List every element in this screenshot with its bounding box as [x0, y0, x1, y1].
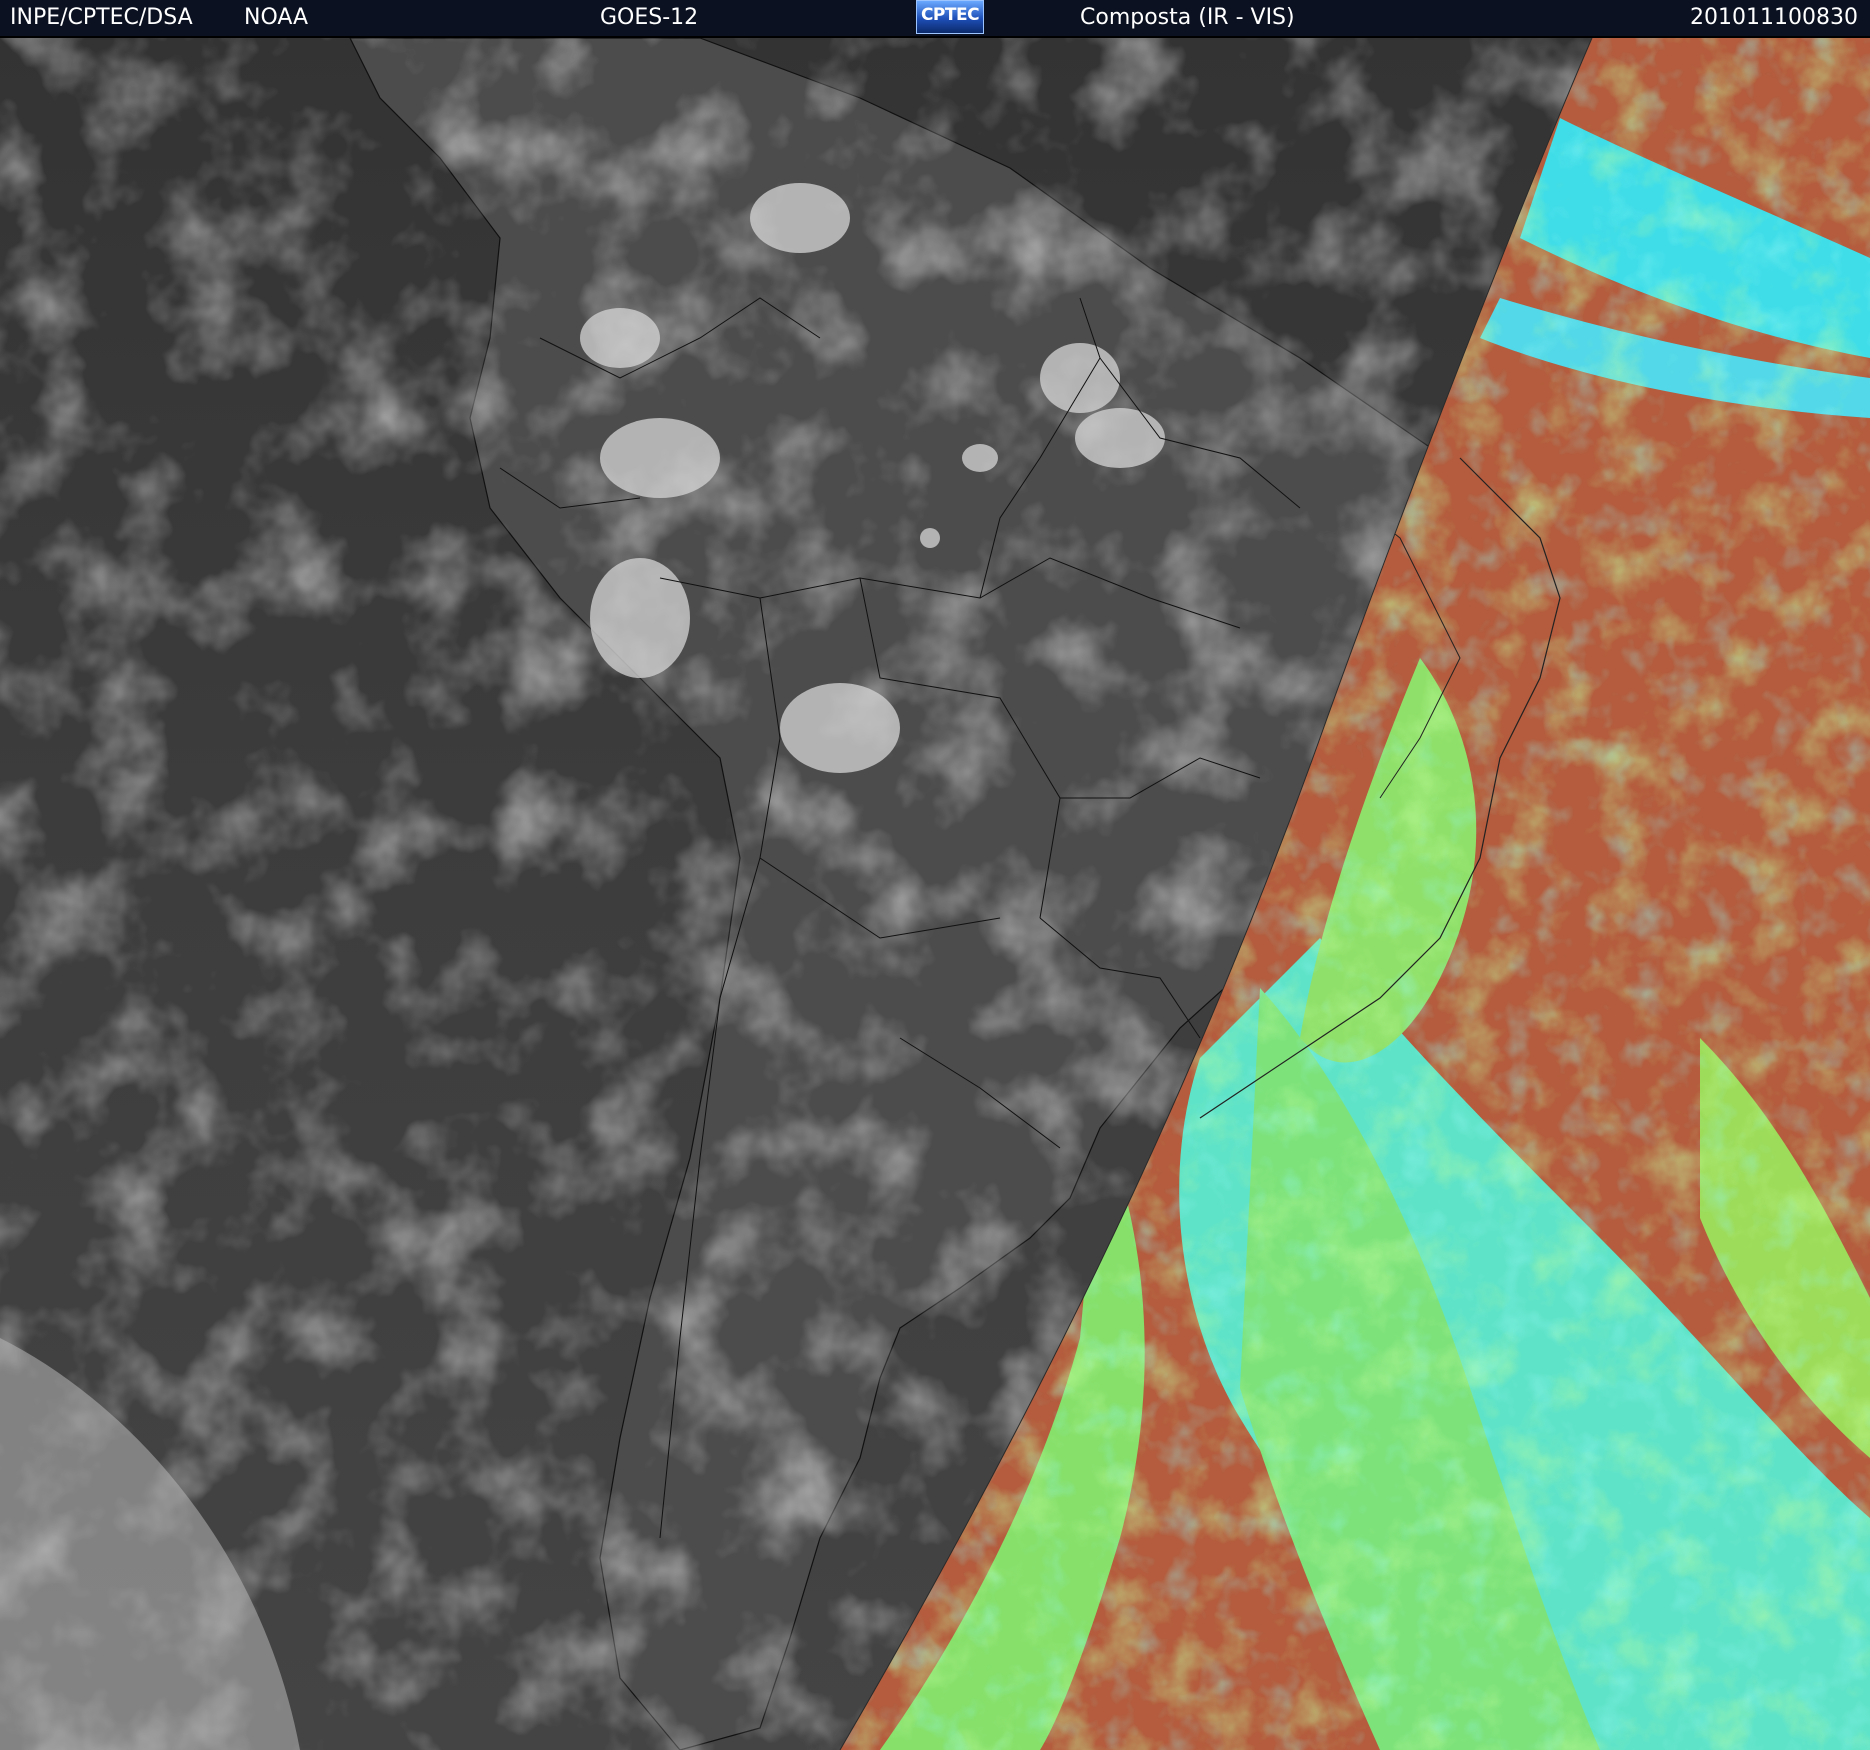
satellite-image [0, 38, 1870, 1750]
satellite-composite-svg [0, 38, 1870, 1750]
agency-label: NOAA [244, 5, 309, 30]
institution-label: INPE/CPTEC/DSA [10, 5, 193, 30]
cptec-logo-text: CPTEC [920, 5, 980, 25]
timestamp-label: 201011100830 [1690, 5, 1858, 30]
header-bar: INPE/CPTEC/DSA NOAA GOES-12 CPTEC Compos… [0, 0, 1870, 38]
cptec-logo: CPTEC [916, 0, 984, 34]
satellite-label: GOES-12 [600, 5, 699, 30]
product-label: Composta (IR - VIS) [1080, 5, 1295, 30]
